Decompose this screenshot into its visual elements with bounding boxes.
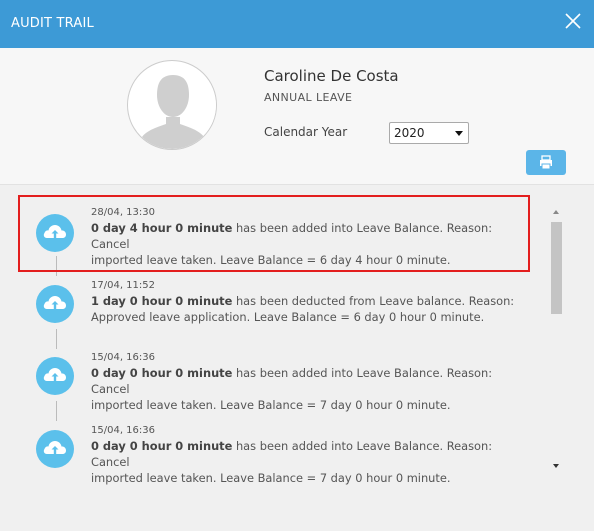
leave-type: ANNUAL LEAVE [264, 91, 353, 104]
scrollbar[interactable] [550, 207, 563, 472]
printer-icon [540, 155, 552, 170]
entry-description: 0 day 4 hour 0 minute has been added int… [91, 220, 531, 268]
calendar-year-value: 2020 [394, 126, 425, 140]
list-item: 15/04, 16:36 0 day 0 hour 0 minute has b… [0, 418, 540, 485]
close-icon[interactable] [564, 12, 582, 30]
entry-text-line1: has been deducted from Leave balance. Re… [232, 294, 515, 308]
avatar [127, 60, 217, 150]
employee-name: Caroline De Costa [264, 67, 399, 85]
chevron-down-icon [455, 131, 463, 136]
entry-description: 1 day 0 hour 0 minute has been deducted … [91, 293, 531, 325]
cloud-upload-icon [36, 430, 74, 468]
entry-timestamp: 28/04, 13:30 [91, 207, 155, 218]
entry-text-line2: imported leave taken. Leave Balance = 7 … [91, 398, 451, 412]
entry-text-line2: Approved leave application. Leave Balanc… [91, 310, 485, 324]
employee-profile: Caroline De Costa ANNUAL LEAVE Calendar … [0, 48, 594, 184]
entry-amount: 0 day 0 hour 0 minute [91, 366, 233, 380]
entry-amount: 1 day 0 hour 0 minute [91, 294, 233, 308]
list-item: 28/04, 13:30 0 day 4 hour 0 minute has b… [0, 185, 540, 267]
calendar-year-label: Calendar Year [264, 125, 348, 139]
entry-text-line2: imported leave taken. Leave Balance = 6 … [91, 253, 451, 267]
scrollbar-thumb[interactable] [551, 222, 562, 314]
cloud-upload-icon [36, 357, 74, 395]
entry-description: 0 day 0 hour 0 minute has been added int… [91, 438, 531, 486]
list-item: 17/04, 11:52 1 day 0 hour 0 minute has b… [0, 273, 540, 333]
cloud-upload-icon [36, 214, 74, 252]
entry-timestamp: 15/04, 16:36 [91, 425, 155, 436]
scroll-up-arrow-icon[interactable] [553, 210, 559, 214]
print-button[interactable] [526, 150, 566, 175]
entry-amount: 0 day 0 hour 0 minute [91, 439, 233, 453]
calendar-year-select[interactable]: 2020 [389, 122, 469, 144]
entry-timestamp: 17/04, 11:52 [91, 280, 155, 291]
cloud-upload-icon [36, 285, 74, 323]
modal-title: AUDIT TRAIL [11, 16, 94, 31]
entry-amount: 0 day 4 hour 0 minute [91, 221, 233, 235]
audit-trail-list: 28/04, 13:30 0 day 4 hour 0 minute has b… [0, 185, 594, 531]
entry-timestamp: 15/04, 16:36 [91, 352, 155, 363]
entry-description: 0 day 0 hour 0 minute has been added int… [91, 365, 531, 413]
list-item: 15/04, 16:36 0 day 0 hour 0 minute has b… [0, 345, 540, 412]
scroll-down-arrow-icon[interactable] [553, 464, 559, 468]
entry-text-line2: imported leave taken. Leave Balance = 7 … [91, 471, 451, 485]
modal-header: AUDIT TRAIL [0, 0, 594, 48]
person-silhouette-icon [130, 63, 216, 149]
